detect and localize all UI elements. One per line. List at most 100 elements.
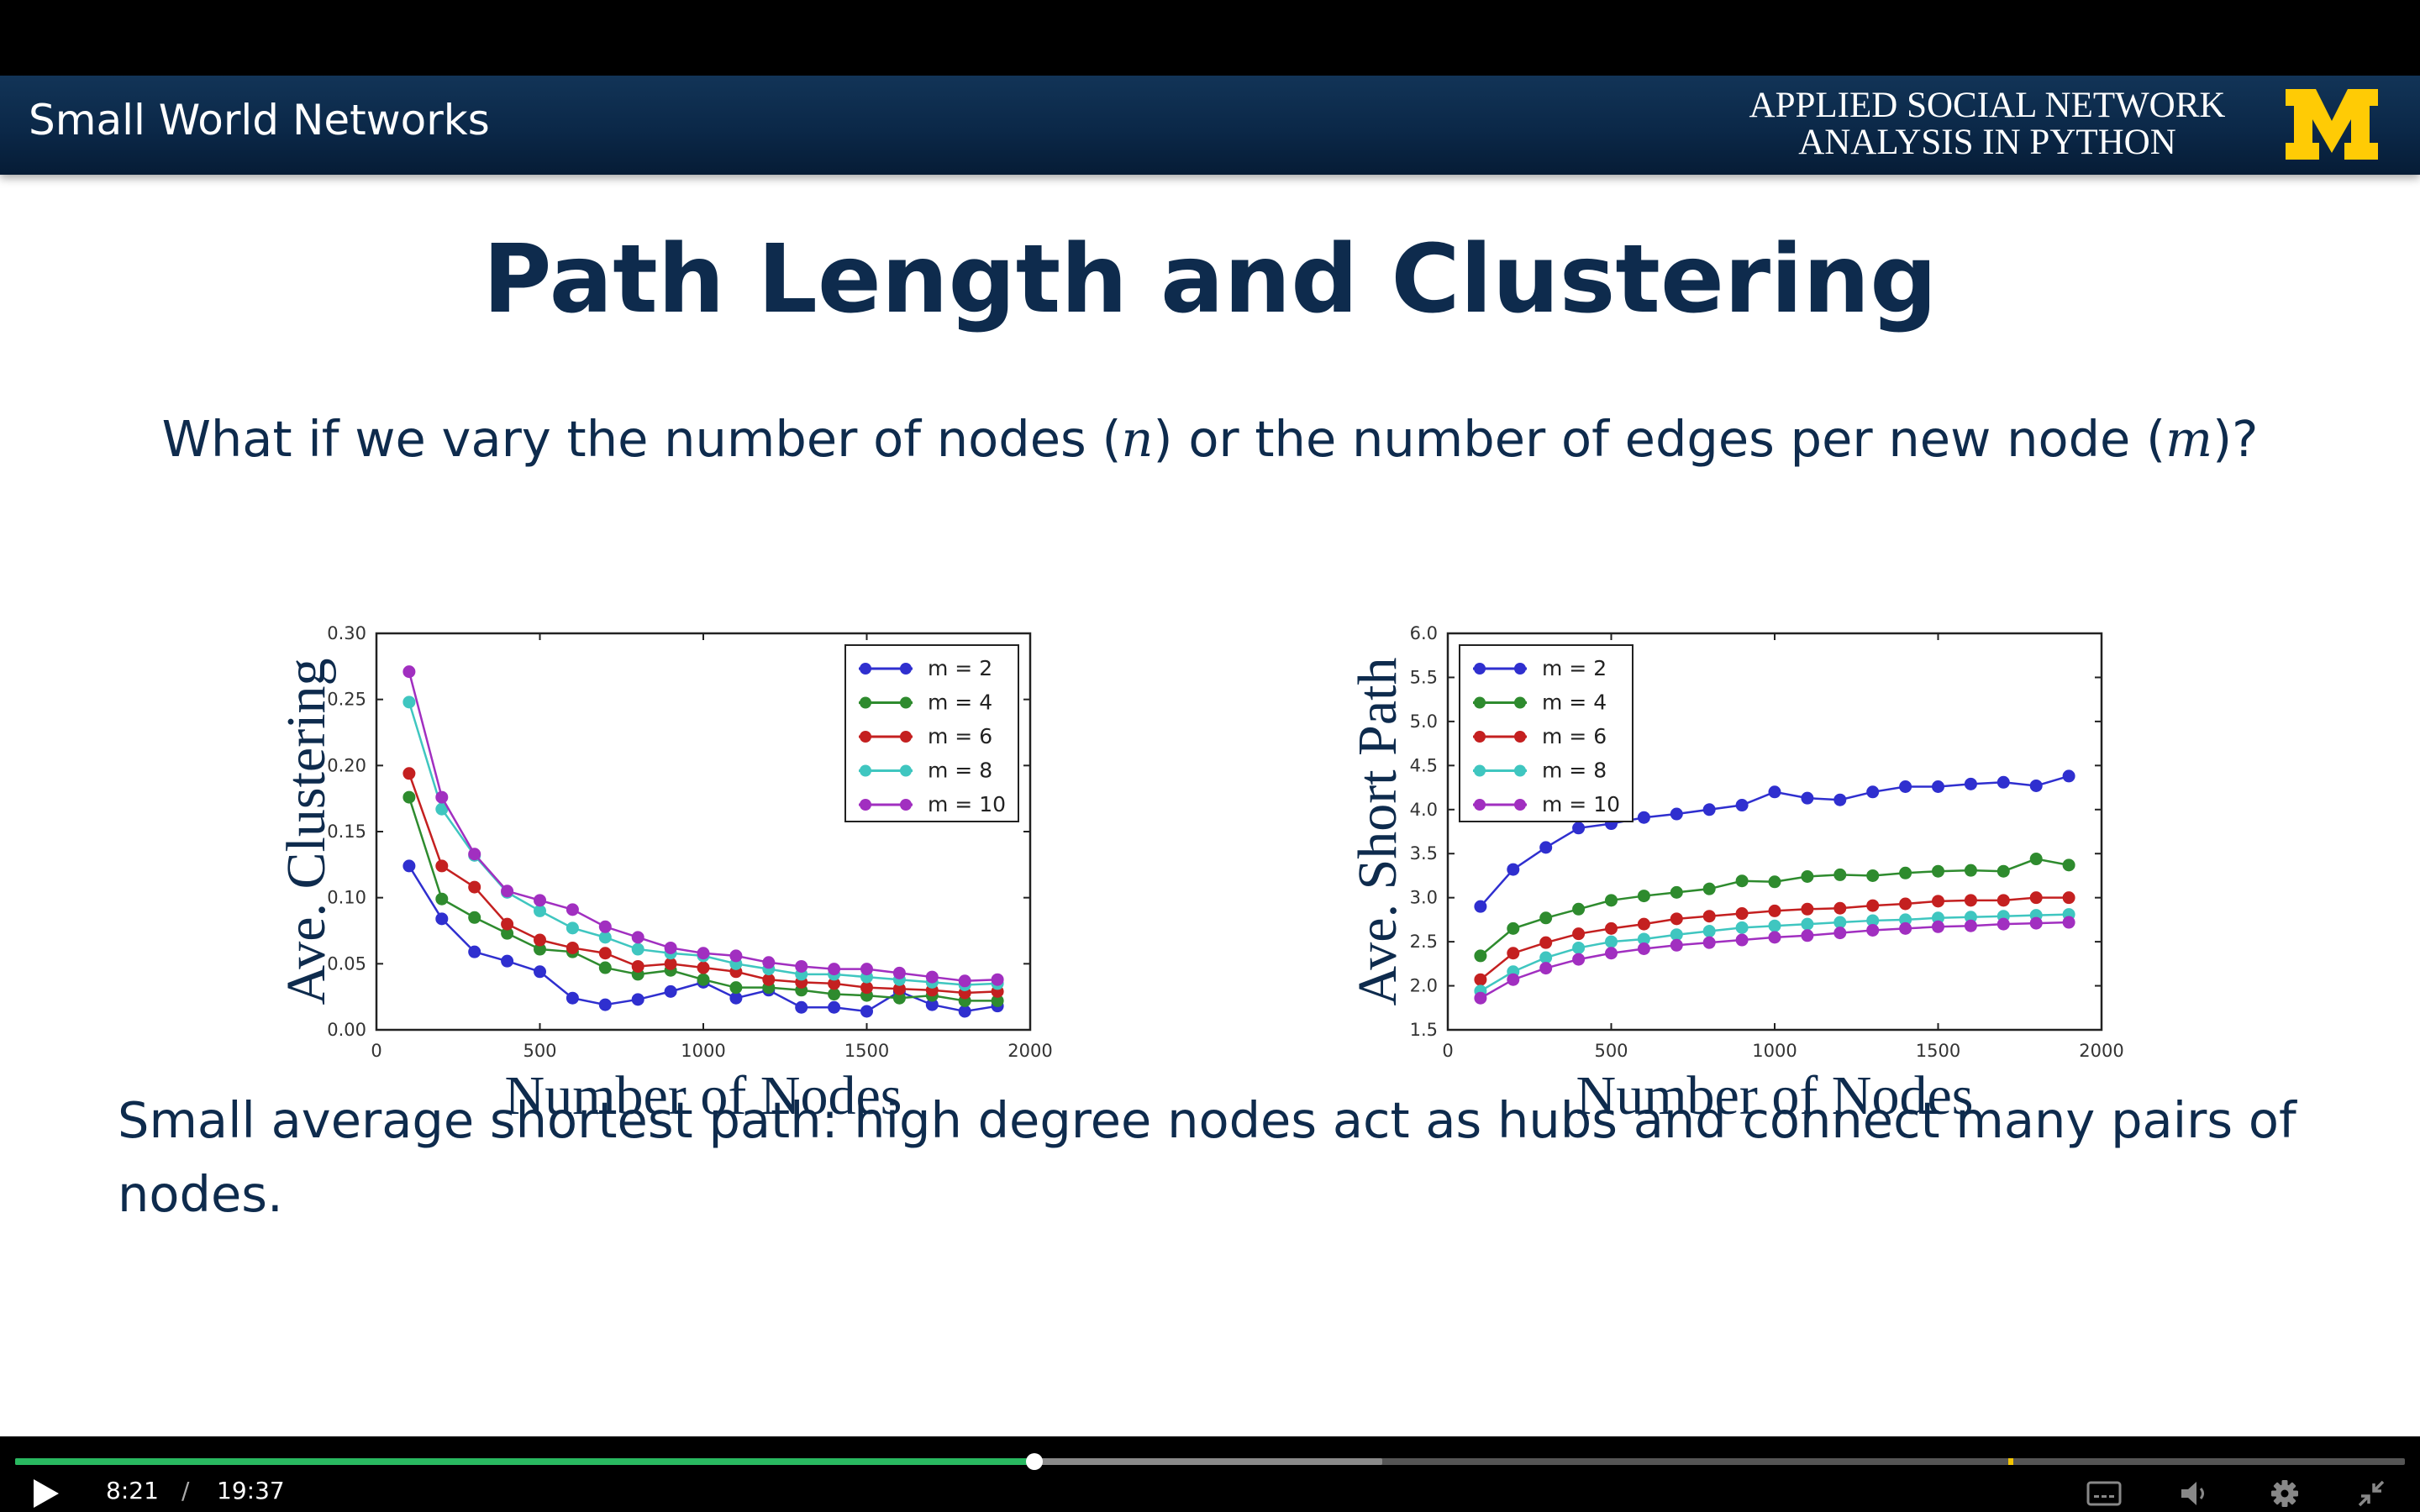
data-point xyxy=(534,904,546,917)
data-point xyxy=(2062,916,2075,929)
data-point xyxy=(402,859,416,873)
data-point xyxy=(598,931,612,944)
y-tick-label: 5.5 xyxy=(1410,667,1438,687)
settings-icon[interactable] xyxy=(2266,1477,2303,1510)
legend: m = 2 m = 4 m = 6 m = 8 m = 10 xyxy=(1459,644,1634,822)
legend-label: m = 6 xyxy=(928,724,992,748)
captions-icon[interactable] xyxy=(2086,1477,2123,1510)
legend-marker xyxy=(860,764,871,777)
video-controls: 8:21 / 19:37 xyxy=(0,1436,2420,1512)
exit-fullscreen-icon[interactable] xyxy=(2353,1477,2390,1510)
data-point xyxy=(762,956,776,969)
lecture-slide: Small World Networks APPLIED SOCIAL NETW… xyxy=(0,76,2420,1436)
time-separator: / xyxy=(182,1477,190,1504)
data-point xyxy=(1899,897,1912,911)
play-icon[interactable] xyxy=(29,1477,62,1510)
data-point xyxy=(795,1000,808,1014)
x-tick-label: 1500 xyxy=(844,1041,889,1061)
data-point xyxy=(2029,891,2043,905)
legend-marker xyxy=(1514,764,1526,777)
data-point xyxy=(402,665,416,679)
data-point xyxy=(729,991,743,1005)
data-point xyxy=(2029,853,2043,866)
data-point xyxy=(892,966,906,979)
x-tick-label: 500 xyxy=(1594,1041,1628,1061)
data-point xyxy=(534,894,546,907)
x-tick-label: 0 xyxy=(371,1041,381,1061)
data-point xyxy=(402,767,416,780)
legend-marker xyxy=(860,799,871,811)
data-point xyxy=(664,957,677,970)
data-point xyxy=(501,885,514,898)
y-axis-label: Ave. Short Path xyxy=(1347,658,1408,1006)
data-point xyxy=(402,790,416,804)
y-tick-label: 2.5 xyxy=(1410,932,1438,952)
data-point xyxy=(1866,899,1880,912)
volume-icon[interactable] xyxy=(2176,1477,2213,1510)
x-tick-label: 2000 xyxy=(1007,1041,1052,1061)
data-point xyxy=(435,912,449,926)
y-tick-label: 0.00 xyxy=(327,1020,366,1040)
data-point xyxy=(664,941,677,954)
data-point xyxy=(566,991,579,1005)
data-point xyxy=(1801,929,1814,942)
data-point xyxy=(2029,916,2043,930)
data-point xyxy=(1637,917,1650,931)
legend-label: m = 8 xyxy=(928,759,992,783)
progress-track[interactable] xyxy=(15,1453,2405,1470)
data-point xyxy=(1801,791,1814,805)
data-point xyxy=(468,880,481,894)
data-point xyxy=(1539,936,1553,949)
data-point xyxy=(1866,923,1880,937)
data-point xyxy=(1605,921,1618,935)
y-tick-label: 5.0 xyxy=(1410,711,1438,732)
data-point xyxy=(1507,921,1520,935)
x-tick-label: 1500 xyxy=(1916,1041,1960,1061)
question-part-2: ) or the number of edges per new node ( xyxy=(1153,410,2166,468)
data-point xyxy=(1899,780,1912,794)
slide-title: Path Length and Clustering xyxy=(482,225,1938,334)
data-point xyxy=(860,1005,873,1018)
data-point xyxy=(1833,927,1847,940)
data-point xyxy=(566,921,579,935)
chapter-marker[interactable] xyxy=(2007,1458,2013,1465)
legend-marker xyxy=(1514,696,1526,709)
data-point xyxy=(860,981,873,995)
data-point xyxy=(1735,933,1749,947)
data-point xyxy=(1801,869,1814,883)
x-tick-label: 0 xyxy=(1442,1041,1453,1061)
data-point xyxy=(2029,779,2043,792)
data-point xyxy=(1474,949,1487,963)
legend-marker xyxy=(1514,731,1526,743)
data-point xyxy=(2062,858,2075,872)
data-point xyxy=(501,954,514,968)
y-tick-label: 0.30 xyxy=(327,623,366,643)
data-point xyxy=(697,961,710,974)
data-point xyxy=(1801,917,1814,931)
data-point xyxy=(1768,904,1781,917)
data-point xyxy=(1670,912,1683,926)
legend-label: m = 10 xyxy=(928,792,1006,816)
y-tick-label: 3.0 xyxy=(1410,888,1438,908)
data-point xyxy=(1637,890,1650,903)
data-point xyxy=(402,696,416,709)
progress-knob[interactable] xyxy=(1025,1453,1043,1470)
data-point xyxy=(729,981,743,995)
data-point xyxy=(1932,920,1944,933)
duration: 19:37 xyxy=(217,1477,285,1504)
data-point xyxy=(1474,900,1487,913)
data-point xyxy=(1964,894,1977,907)
data-point xyxy=(1605,935,1618,948)
data-point xyxy=(1539,962,1553,975)
data-point xyxy=(664,984,677,998)
legend-marker xyxy=(1474,731,1486,743)
data-point xyxy=(631,959,644,973)
data-point xyxy=(1899,866,1912,879)
data-point xyxy=(1735,921,1749,934)
math-var-n: n xyxy=(1121,410,1154,468)
section-title: Small World Networks xyxy=(29,96,490,144)
y-axis-label: Ave. Clustering xyxy=(276,658,337,1005)
data-point xyxy=(762,973,776,986)
data-point xyxy=(435,859,449,873)
letterbox-top xyxy=(0,0,2420,76)
